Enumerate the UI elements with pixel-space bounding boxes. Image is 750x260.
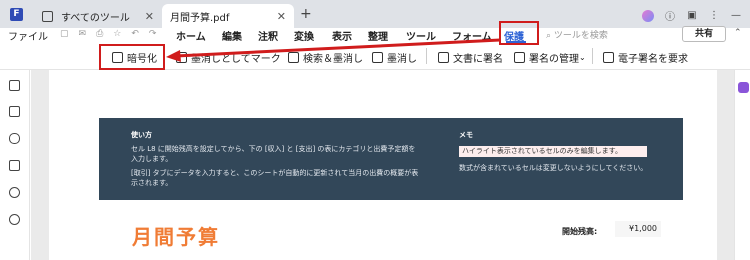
instructions-title: 使い方 — [131, 131, 152, 139]
search-icon: ⌕ — [546, 31, 554, 41]
tab-all-tools[interactable]: すべてのツール ✕ — [34, 4, 162, 28]
star-icon[interactable]: ☆ — [113, 29, 121, 39]
minimize-icon[interactable]: — — [730, 10, 742, 21]
close-icon[interactable]: ✕ — [145, 10, 154, 23]
window-controls: ⓘ ▣ ⋮ — — [642, 8, 742, 23]
mark-redaction-button[interactable]: 墨消しとしてマーク — [176, 50, 281, 65]
tab-label: 月間予算.pdf — [170, 12, 230, 24]
menu-bar: ファイル ▢ ✉ ⎙ ☆ ↶ ↷ ホーム 編集 注釈 変換 表示 整理 ツール … — [0, 26, 750, 43]
menu-organize[interactable]: 整理 — [368, 28, 406, 43]
document-title: 月間予算 — [132, 225, 220, 249]
starting-balance-value: ¥1,000 — [615, 221, 661, 237]
redact-button[interactable]: 墨消し — [372, 50, 417, 65]
tab-document[interactable]: 月間予算.pdf ✕ — [162, 4, 294, 28]
instructions-text-2: [取引] タブにデータを入力すると、このシートが自動的に更新されて当月の出費の概… — [131, 169, 419, 187]
redo-icon[interactable]: ↷ — [149, 29, 157, 39]
request-esign-button[interactable]: 電子署名を要求 — [603, 50, 688, 65]
memo-text-2: 数式が含まれているセルは変更しないようにしてください。 — [459, 164, 648, 172]
new-tab-button[interactable]: + — [300, 6, 312, 22]
redact-icon — [372, 52, 383, 63]
memo-title: メモ — [459, 131, 473, 139]
divider — [426, 48, 427, 64]
menu-view[interactable]: 表示 — [332, 28, 368, 43]
esign-icon — [603, 52, 614, 63]
collapse-icon[interactable]: ⌃ — [734, 28, 742, 38]
menu-tools[interactable]: ツール — [406, 28, 452, 43]
help-icon[interactable]: ⓘ — [664, 8, 676, 23]
menu-form[interactable]: フォーム — [452, 28, 504, 43]
avatar[interactable] — [642, 9, 654, 22]
title-bar: F すべてのツール ✕ 月間予算.pdf ✕ + ⓘ ▣ ⋮ — — [0, 0, 750, 28]
document-viewport: 使い方 セル L8 に開始残高を設定してから、下の [収入] と [支出] の表… — [31, 70, 734, 260]
pdf-page: 使い方 セル L8 に開始残高を設定してから、下の [収入] と [支出] の表… — [49, 70, 717, 260]
quick-access-toolbar: ▢ ✉ ⎙ ☆ ↶ ↷ — [60, 29, 156, 39]
tab-label: すべてのツール — [61, 12, 130, 24]
more-icon[interactable]: ⋮ — [708, 10, 720, 21]
sign-icon — [438, 52, 449, 63]
instructions-panel: 使い方 セル L8 に開始残高を設定してから、下の [収入] と [支出] の表… — [99, 118, 683, 200]
menu-annotate[interactable]: 注釈 — [258, 28, 294, 43]
menu-home[interactable]: ホーム — [176, 28, 222, 43]
menu-tabs: ホーム 編集 注釈 変換 表示 整理 ツール フォーム 保護 — [176, 28, 534, 43]
manage-signatures-button[interactable]: 署名の管理 ⌄ — [514, 50, 586, 65]
right-panel-strip — [734, 70, 750, 260]
app-logo-icon[interactable]: F — [10, 8, 23, 21]
memo-highlight-text: ハイライト表示されているセルのみを編集します。 — [459, 146, 647, 157]
feedback-icon[interactable]: ▣ — [686, 10, 698, 21]
comment-icon[interactable] — [9, 133, 20, 144]
ai-assistant-icon[interactable] — [738, 82, 749, 93]
menu-file[interactable]: ファイル — [8, 28, 48, 43]
menu-edit[interactable]: 編集 — [222, 28, 258, 43]
redact-mark-icon — [176, 52, 187, 63]
mail-icon[interactable]: ✉ — [79, 29, 87, 39]
close-icon[interactable]: ✕ — [277, 10, 286, 23]
layers-icon[interactable] — [9, 160, 20, 171]
save-icon[interactable]: ▢ — [60, 29, 69, 39]
attachment-icon[interactable] — [9, 187, 20, 198]
left-sidebar — [0, 70, 30, 260]
tool-search-input[interactable]: ⌕ ツールを検索 — [546, 28, 608, 41]
instructions-text-1: セル L8 に開始残高を設定してから、下の [収入] と [支出] の表にカテゴ… — [131, 145, 416, 163]
bookmark-icon[interactable] — [9, 106, 20, 117]
share-button[interactable]: 共有 — [682, 26, 726, 42]
divider — [592, 48, 593, 64]
chevron-down-icon: ⌄ — [579, 53, 586, 62]
search-redact-button[interactable]: 検索＆墨消し — [288, 50, 363, 65]
sign-document-button[interactable]: 文書に署名 — [438, 50, 503, 65]
highlight-encrypt-box — [99, 44, 165, 70]
menu-convert[interactable]: 変換 — [294, 28, 332, 43]
signature-manage-icon — [514, 52, 525, 63]
starting-balance-label: 開始残高: — [562, 227, 598, 236]
page-thumbnail-icon[interactable] — [9, 80, 20, 91]
search-icon[interactable] — [9, 214, 20, 225]
search-redact-icon — [288, 52, 299, 63]
home-icon — [42, 10, 53, 22]
print-icon[interactable]: ⎙ — [96, 29, 103, 39]
undo-icon[interactable]: ↶ — [131, 29, 139, 39]
